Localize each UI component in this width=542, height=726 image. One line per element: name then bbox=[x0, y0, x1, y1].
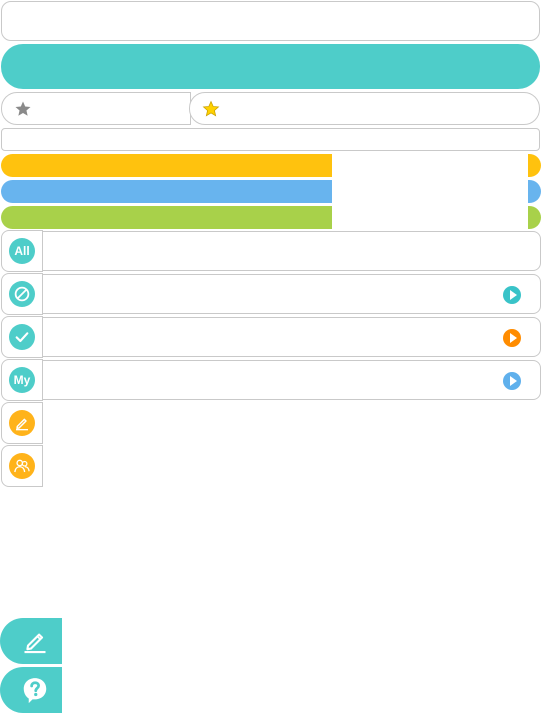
info-strip bbox=[1, 128, 540, 151]
users-group-icon bbox=[9, 453, 35, 479]
group-cell[interactable] bbox=[1, 445, 43, 487]
play-blue-icon[interactable] bbox=[503, 372, 521, 390]
filter-my-cell[interactable]: My bbox=[1, 359, 43, 401]
pencil-icon bbox=[24, 633, 46, 654]
top-search-box[interactable] bbox=[1, 1, 540, 41]
prohibited-icon bbox=[9, 281, 35, 307]
progress-pill-yellow[interactable] bbox=[1, 154, 541, 177]
my-filter-icon: My bbox=[9, 367, 35, 393]
play-teal-icon[interactable] bbox=[503, 286, 521, 304]
pill-yellow-blank bbox=[332, 154, 528, 177]
star-gray-icon bbox=[15, 101, 31, 116]
progress-pill-blue[interactable] bbox=[1, 180, 541, 203]
pencil-edit-icon bbox=[9, 410, 35, 436]
star-yellow-icon bbox=[202, 100, 220, 117]
all-filter-icon: All bbox=[9, 238, 35, 264]
edit-cell[interactable] bbox=[1, 402, 43, 444]
list-row-my[interactable] bbox=[1, 360, 541, 400]
my-filter-label: My bbox=[13, 373, 31, 387]
all-filter-label: All bbox=[14, 244, 30, 258]
filter-checked-cell[interactable] bbox=[1, 316, 43, 358]
list-row-all[interactable] bbox=[1, 231, 541, 271]
tab-star-gray[interactable] bbox=[1, 92, 191, 125]
list-row-checked[interactable] bbox=[1, 317, 541, 357]
question-bubble-icon bbox=[23, 678, 47, 704]
pill-blue-blank bbox=[332, 180, 528, 203]
list-row-blocked[interactable] bbox=[1, 274, 541, 314]
progress-pill-green[interactable] bbox=[1, 206, 541, 229]
tab-star-yellow[interactable] bbox=[189, 92, 540, 125]
side-help-button[interactable] bbox=[0, 667, 62, 713]
checkmark-icon bbox=[9, 324, 35, 350]
filter-all-cell[interactable]: All bbox=[1, 230, 43, 272]
pill-green-blank bbox=[332, 206, 528, 229]
teal-header-bar[interactable] bbox=[1, 44, 540, 89]
filter-blocked-cell[interactable] bbox=[1, 273, 43, 315]
side-edit-button[interactable] bbox=[0, 618, 62, 664]
play-orange-icon[interactable] bbox=[503, 329, 521, 347]
